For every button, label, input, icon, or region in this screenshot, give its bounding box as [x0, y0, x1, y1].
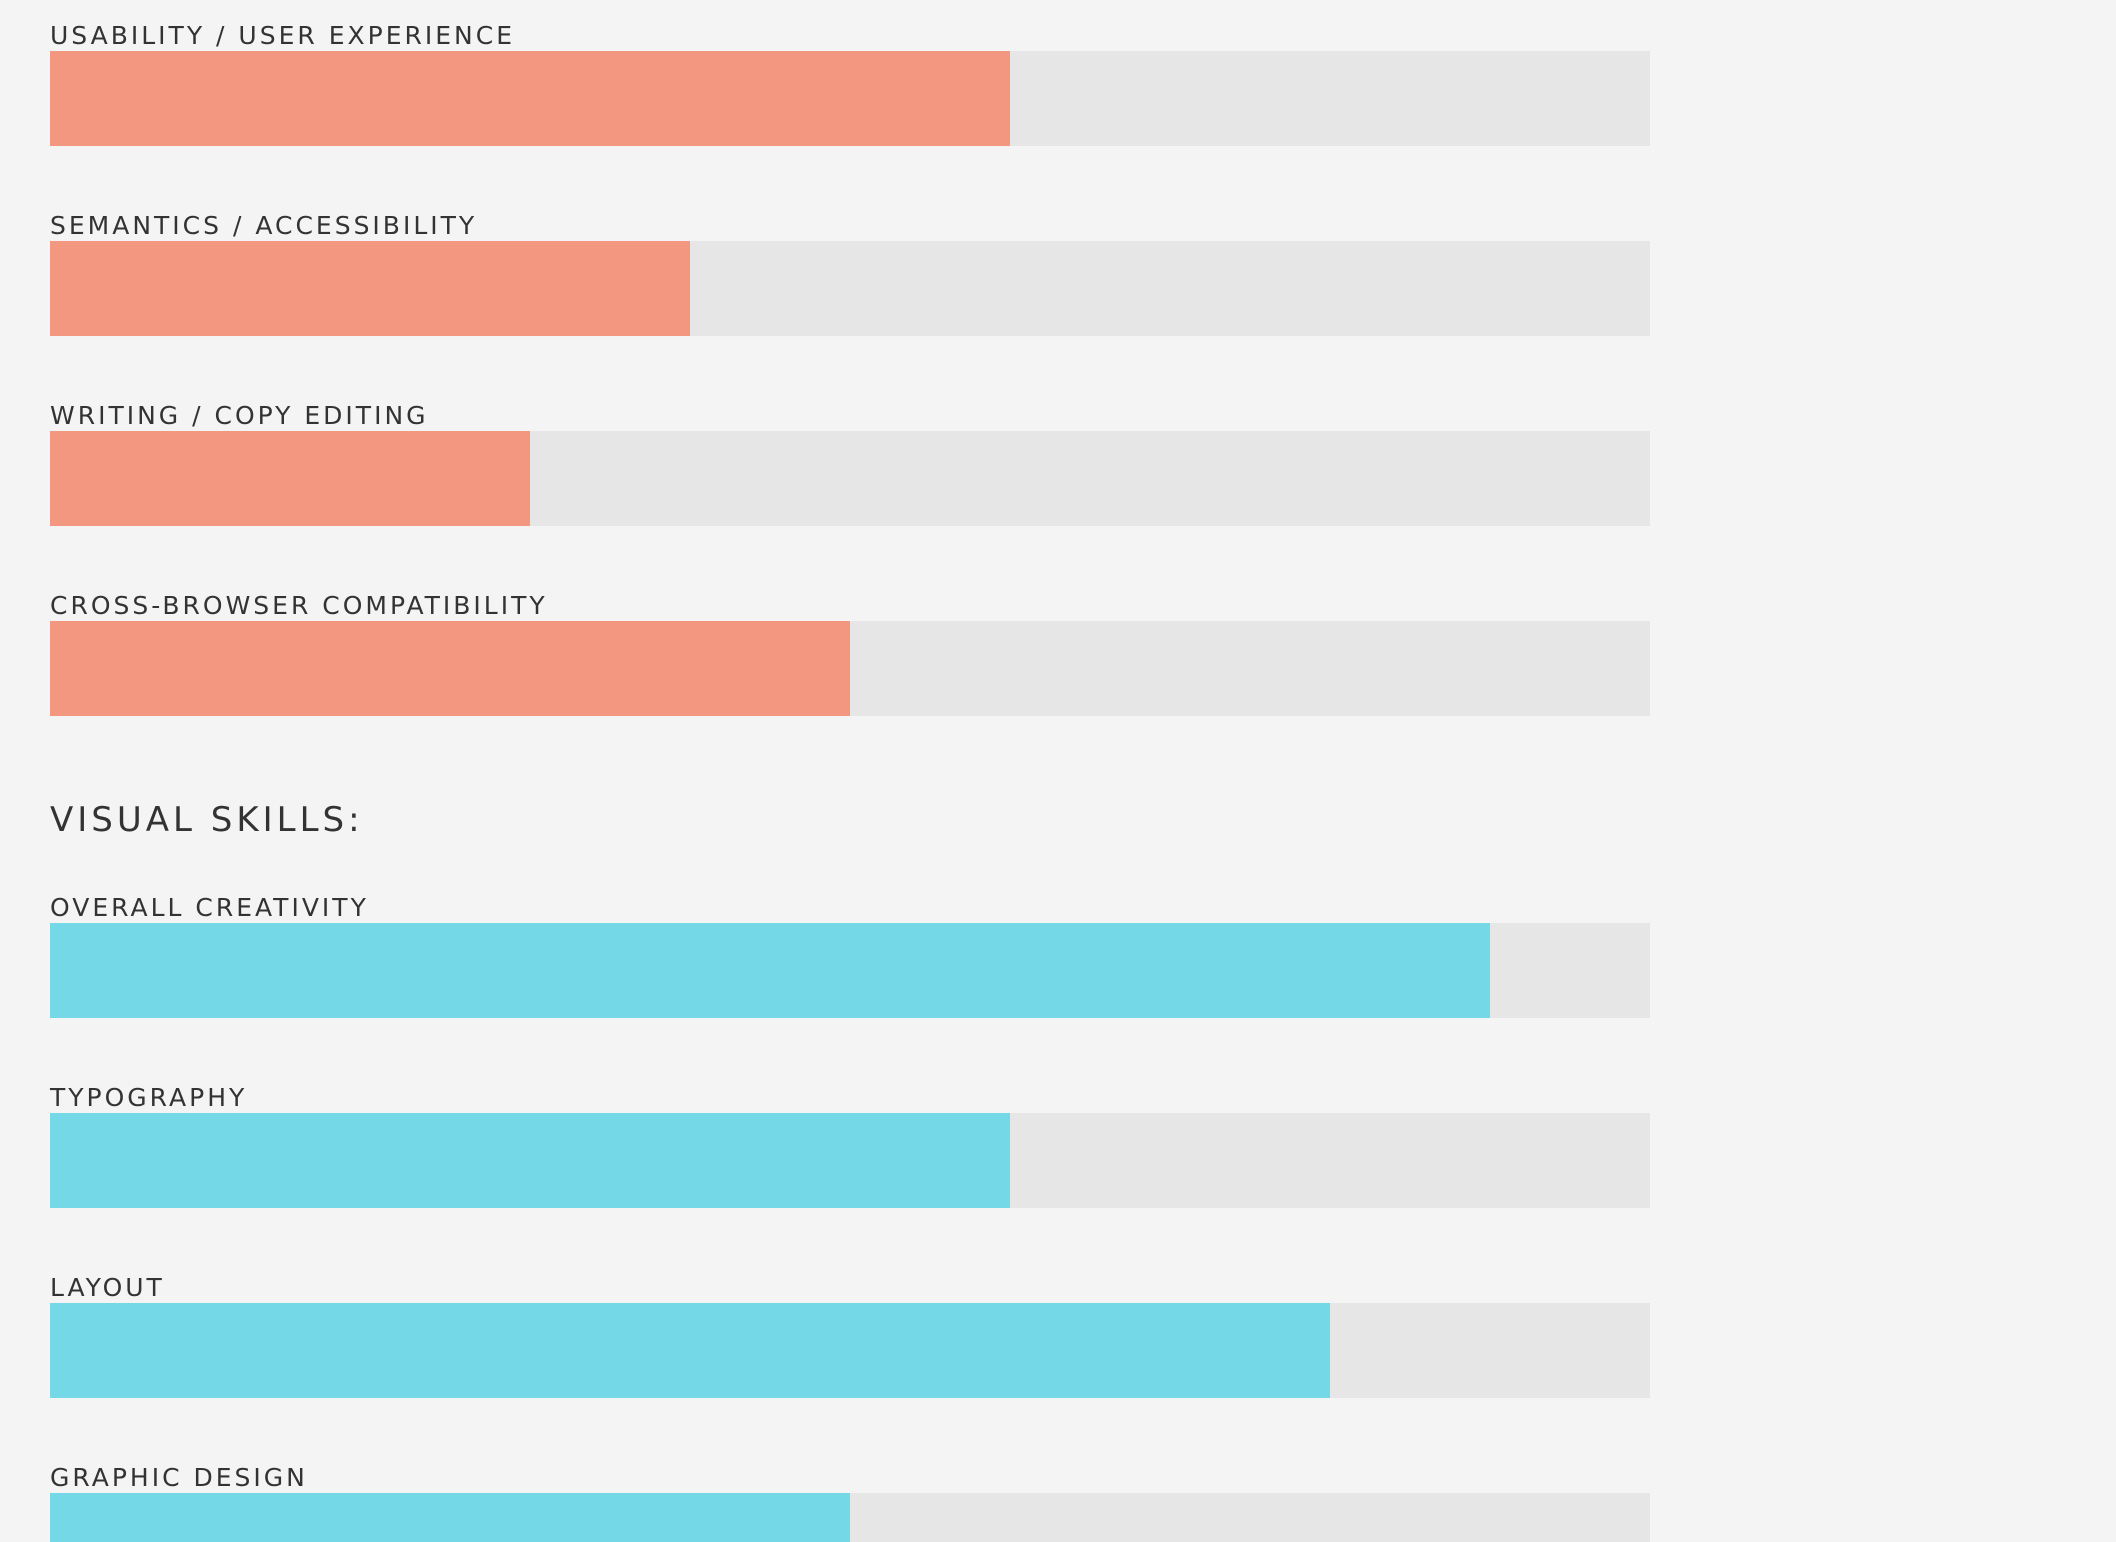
skill-bar-track: [50, 241, 1650, 336]
skill-label: GRAPHIC DESIGN: [50, 1463, 308, 1492]
skill-bar-track: [50, 1493, 1650, 1542]
skill-cross-browser: CROSS-BROWSER COMPATIBILITY: [50, 580, 1650, 716]
skill-bar-fill: [50, 1303, 1330, 1398]
skill-bar-fill: [50, 923, 1490, 1018]
skill-bar-fill: [50, 51, 1010, 146]
skill-bar-fill: [50, 431, 530, 526]
skill-bar-track: [50, 1113, 1650, 1208]
skill-bar-fill: [50, 1113, 1010, 1208]
skill-bar-track: [50, 1303, 1650, 1398]
skill-label: USABILITY / USER EXPERIENCE: [50, 21, 515, 50]
skill-bar-fill: [50, 1493, 850, 1542]
skill-label: CROSS-BROWSER COMPATIBILITY: [50, 591, 548, 620]
skill-typography: TYPOGRAPHY: [50, 1072, 1650, 1208]
skill-label: WRITING / COPY EDITING: [50, 401, 429, 430]
skills-page: USABILITY / USER EXPERIENCE SEMANTICS / …: [0, 0, 2116, 1542]
skill-bar-track: [50, 51, 1650, 146]
skill-label: OVERALL CREATIVITY: [50, 893, 369, 922]
skill-semantics: SEMANTICS / ACCESSIBILITY: [50, 200, 1650, 336]
skill-label: LAYOUT: [50, 1273, 165, 1302]
skill-bar-track: [50, 621, 1650, 716]
skill-bar-track: [50, 923, 1650, 1018]
skill-bar-track: [50, 431, 1650, 526]
skill-layout: LAYOUT: [50, 1262, 1650, 1398]
skill-label: TYPOGRAPHY: [50, 1083, 248, 1112]
visual-skills-heading: VISUAL SKILLS:: [50, 800, 364, 840]
skill-usability: USABILITY / USER EXPERIENCE: [50, 10, 1650, 146]
skill-writing: WRITING / COPY EDITING: [50, 390, 1650, 526]
skill-overall-creativity: OVERALL CREATIVITY: [50, 882, 1650, 1018]
skill-bar-fill: [50, 241, 690, 336]
skill-label: SEMANTICS / ACCESSIBILITY: [50, 211, 478, 240]
skill-graphic-design: GRAPHIC DESIGN: [50, 1452, 1650, 1542]
skill-bar-fill: [50, 621, 850, 716]
